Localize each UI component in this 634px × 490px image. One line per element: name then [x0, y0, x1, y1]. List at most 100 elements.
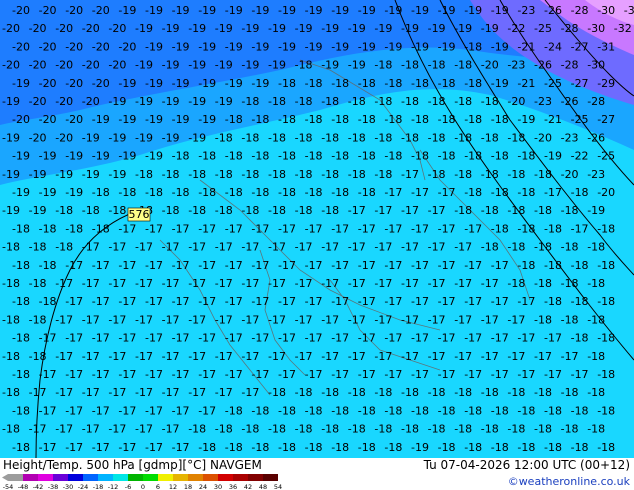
- temperature-value: -17: [108, 350, 126, 363]
- temperature-value: -20: [55, 22, 73, 35]
- temperature-value: -19: [29, 204, 47, 217]
- temperature-value: -18: [225, 404, 243, 417]
- temperature-value: -17: [411, 332, 429, 345]
- temperature-value: -17: [135, 350, 153, 363]
- temperature-value: -20: [82, 95, 100, 108]
- temperature-value: -17: [481, 350, 499, 363]
- temperature-value: -19: [145, 113, 163, 126]
- temperature-value: -18: [295, 59, 313, 72]
- temperature-value: -19: [65, 186, 83, 199]
- temperature-value: -17: [65, 404, 83, 417]
- temperature-value: -18: [348, 131, 366, 144]
- scale-swatch: [173, 474, 188, 481]
- temperature-value: -18: [544, 259, 562, 272]
- temperature-value: -20: [55, 131, 73, 144]
- temperature-value: -17: [172, 259, 190, 272]
- temperature-value: -17: [464, 259, 482, 272]
- temperature-value: -17: [544, 332, 562, 345]
- temperature-value: -19: [305, 40, 323, 53]
- temperature-value: -19: [411, 40, 429, 53]
- temperature-value: -18: [321, 423, 339, 436]
- temperature-value: -17: [348, 204, 366, 217]
- temperature-value: -17: [268, 241, 286, 254]
- temperature-value: -19: [12, 77, 30, 90]
- temperature-value: -18: [517, 222, 535, 235]
- temperature-value: -26: [587, 131, 605, 144]
- temperature-value: -18: [587, 313, 605, 326]
- scale-label: -30: [63, 483, 74, 490]
- valid-time: Tu 07-04-2026 12:00 UTC (00+12): [423, 458, 630, 472]
- temperature-value: -17: [198, 222, 216, 235]
- temperature-value: -18: [534, 241, 552, 254]
- temperature-value: -18: [534, 313, 552, 326]
- temperature-value: -18: [597, 332, 615, 345]
- temperature-value: -25: [534, 22, 552, 35]
- scale-swatch: [53, 474, 68, 481]
- temperature-value: -17: [65, 368, 83, 381]
- temperature-value: -18: [464, 186, 482, 199]
- temperature-value: -17: [162, 277, 180, 290]
- temperature-value: -18: [428, 95, 446, 108]
- temperature-value: -18: [241, 131, 259, 144]
- temperature-value: -20: [108, 22, 126, 35]
- temperature-value: -18: [39, 222, 57, 235]
- temperature-value: -18: [29, 277, 47, 290]
- temperature-value: -17: [82, 241, 100, 254]
- temperature-value: -18: [225, 186, 243, 199]
- temperature-value: -19: [374, 22, 392, 35]
- temperature-value: -18: [278, 150, 296, 163]
- temperature-value: -23: [587, 168, 605, 181]
- temperature-value: -18: [348, 386, 366, 399]
- temperature-value: -17: [411, 295, 429, 308]
- temperature-value: -18: [428, 168, 446, 181]
- temperature-value: -17: [108, 423, 126, 436]
- temperature-value: -17: [172, 404, 190, 417]
- temperature-value: -17: [198, 295, 216, 308]
- temperature-value: -17: [251, 368, 269, 381]
- temperature-value: -17: [348, 313, 366, 326]
- temperature-value: -17: [331, 222, 349, 235]
- temperature-value: -17: [172, 222, 190, 235]
- temperature-value: -19: [108, 95, 126, 108]
- temperature-value: -18: [172, 186, 190, 199]
- temperature-value: -18: [438, 404, 456, 417]
- temperature-value: -18: [12, 295, 30, 308]
- temperature-value: -18: [384, 441, 402, 454]
- temperature-value: -20: [29, 95, 47, 108]
- credit-link[interactable]: ©weatheronline.co.uk: [508, 475, 630, 488]
- temperature-value: -28: [561, 59, 579, 72]
- temperature-value: -18: [464, 441, 482, 454]
- temperature-value: -17: [411, 368, 429, 381]
- scale-label: -42: [33, 483, 44, 490]
- temperature-value: -17: [145, 441, 163, 454]
- temperature-value: -17: [55, 277, 73, 290]
- temperature-value: -19: [65, 150, 83, 163]
- temperature-value: -18: [188, 204, 206, 217]
- temperature-value: -17: [321, 313, 339, 326]
- temperature-value: -18: [55, 204, 73, 217]
- temperature-value: -20: [2, 22, 20, 35]
- temperature-value: -19: [2, 131, 20, 144]
- temperature-value: -17: [145, 295, 163, 308]
- temperature-value: -18: [544, 295, 562, 308]
- temperature-value: -18: [464, 77, 482, 90]
- temperature-value: -17: [411, 186, 429, 199]
- scale-label: 30: [214, 483, 222, 490]
- temperature-value: -26: [544, 4, 562, 17]
- temperature-value: -18: [331, 441, 349, 454]
- temperature-value: -19: [108, 131, 126, 144]
- temperature-value: -18: [597, 441, 615, 454]
- temperature-value: -17: [172, 441, 190, 454]
- temperature-value: -17: [108, 313, 126, 326]
- temperature-value: -20: [39, 113, 57, 126]
- temperature-value: -17: [464, 332, 482, 345]
- temperature-value: -18: [491, 404, 509, 417]
- temperature-value: -18: [268, 131, 286, 144]
- temperature-value: -17: [162, 241, 180, 254]
- temperature-value: -18: [295, 204, 313, 217]
- temperature-value: -18: [374, 168, 392, 181]
- temperature-value: -18: [251, 186, 269, 199]
- temperature-value: -18: [571, 186, 589, 199]
- temperature-value: -18: [321, 131, 339, 144]
- temperature-value: -18: [374, 95, 392, 108]
